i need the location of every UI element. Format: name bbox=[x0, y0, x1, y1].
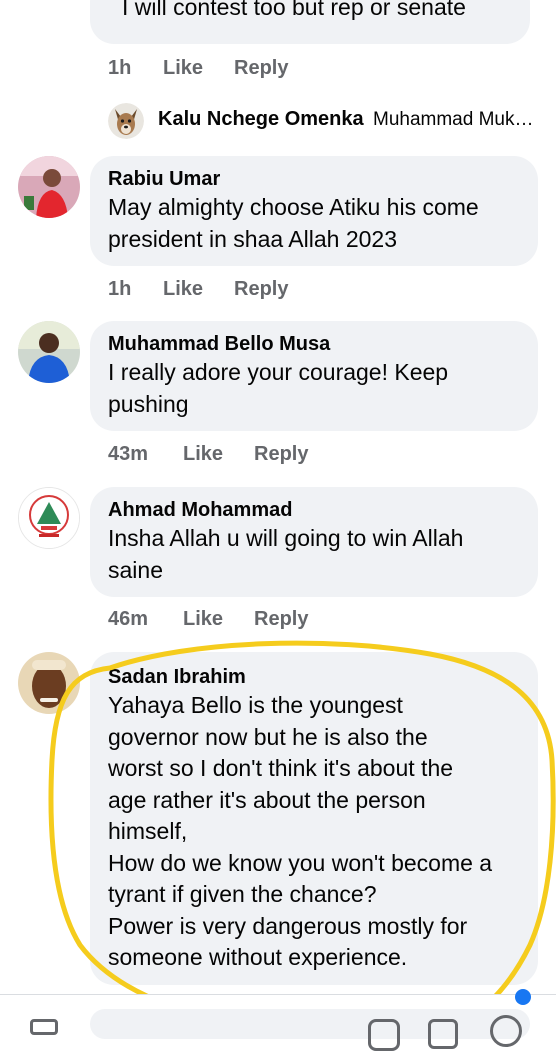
comment-text: Insha Allah u will going to win Allah sa… bbox=[108, 525, 464, 583]
user-avatar-icon[interactable] bbox=[18, 487, 80, 549]
user-avatar-icon[interactable] bbox=[18, 156, 80, 218]
comment-bubble[interactable]: Sadan Ibrahim Yahaya Bello is the younge… bbox=[90, 652, 538, 985]
comment-text: Yahaya Bello is the youngest governor no… bbox=[108, 692, 493, 970]
camera-icon[interactable] bbox=[30, 1019, 58, 1035]
comment-author[interactable]: Ahmad Mohammad bbox=[108, 497, 520, 523]
comment-text: I will contest too but rep or senate bbox=[122, 0, 466, 20]
reply-button[interactable]: Reply bbox=[234, 57, 288, 80]
user-avatar-icon[interactable] bbox=[18, 321, 80, 383]
comment-time[interactable]: 43m bbox=[108, 443, 148, 466]
reply-button[interactable]: Reply bbox=[254, 443, 308, 466]
like-button[interactable]: Like bbox=[183, 608, 223, 631]
dog-avatar-icon[interactable] bbox=[108, 103, 144, 139]
like-button[interactable]: Like bbox=[183, 443, 223, 466]
like-button[interactable]: Like bbox=[163, 278, 203, 301]
comment-author[interactable]: Muhammad Bello Musa bbox=[108, 331, 520, 357]
comment-time[interactable]: 1h bbox=[108, 278, 131, 301]
comment-bubble[interactable]: Ahmad Mohammad Insha Allah u will going … bbox=[90, 487, 538, 597]
reply-snippet: Muhammad Muk… bbox=[373, 109, 534, 130]
reply-author[interactable]: Kalu Nchege Omenka bbox=[158, 108, 364, 131]
comment-author[interactable]: Rabiu Umar bbox=[108, 166, 520, 192]
comment-bubble-top[interactable]: I will contest too but rep or senate bbox=[90, 0, 530, 44]
reply-button[interactable]: Reply bbox=[254, 608, 308, 631]
comment-input[interactable] bbox=[90, 1009, 530, 1039]
comment-text: I really adore your courage! Keep pushin… bbox=[108, 359, 449, 417]
comment-text: May almighty choose Atiku his come presi… bbox=[108, 194, 479, 252]
sticker-icon[interactable] bbox=[490, 1015, 522, 1047]
like-button[interactable]: Like bbox=[163, 57, 203, 80]
comment-time[interactable]: 1h bbox=[108, 57, 131, 80]
comment-author[interactable]: Sadan Ibrahim bbox=[108, 664, 520, 690]
comment-bubble[interactable]: Muhammad Bello Musa I really adore your … bbox=[90, 321, 538, 431]
user-avatar-icon[interactable] bbox=[18, 652, 80, 714]
comment-composer-bar[interactable] bbox=[0, 989, 556, 1051]
send-indicator-icon bbox=[515, 989, 531, 1005]
comment-time[interactable]: 46m bbox=[108, 608, 148, 631]
comment-bubble[interactable]: Rabiu Umar May almighty choose Atiku his… bbox=[90, 156, 538, 266]
reply-button[interactable]: Reply bbox=[234, 278, 288, 301]
